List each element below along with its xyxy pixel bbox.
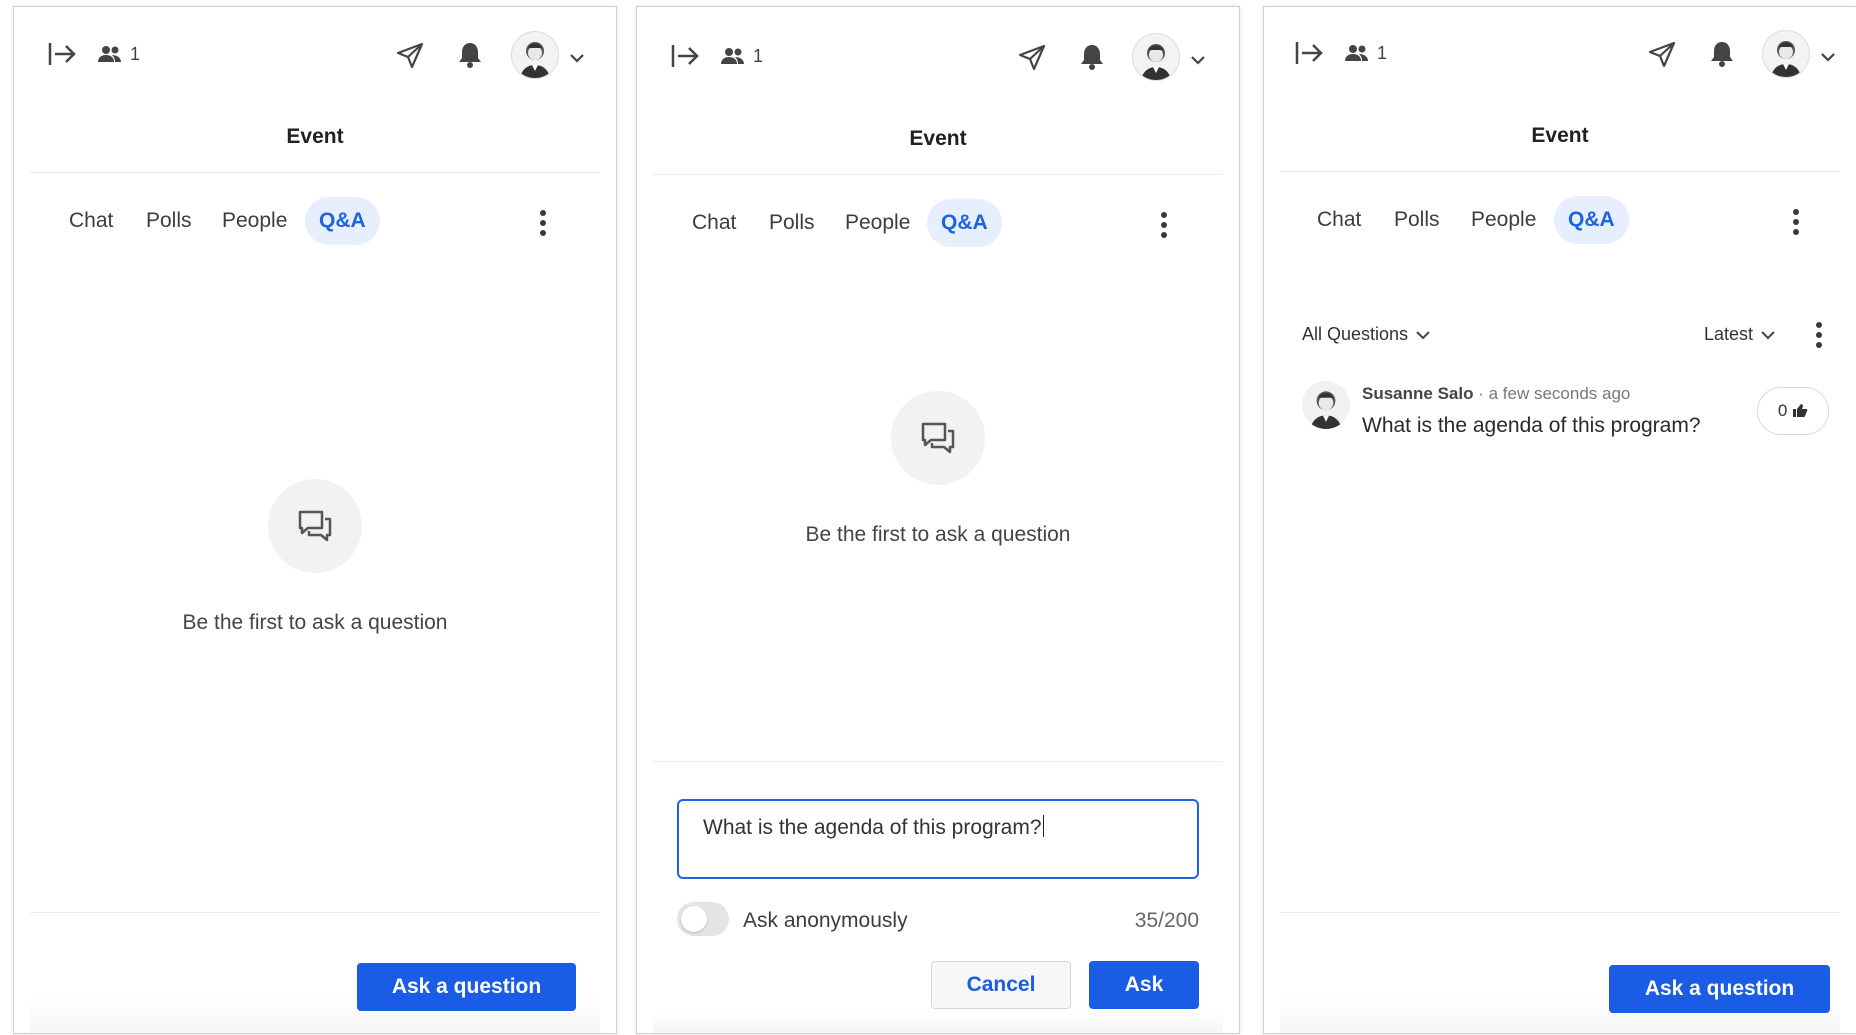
author-name: Susanne Salo bbox=[1362, 384, 1474, 403]
chevron-down-icon[interactable] bbox=[1190, 55, 1206, 65]
tab-polls[interactable]: Polls bbox=[1394, 196, 1440, 244]
divider bbox=[30, 172, 600, 173]
avatar[interactable] bbox=[1132, 33, 1180, 81]
top-bar: 1 bbox=[637, 7, 1239, 107]
tab-chat[interactable]: Chat bbox=[69, 197, 113, 245]
qa-panel-composing: 1 Event Chat Polls People Q&A Be the fir… bbox=[636, 6, 1240, 1034]
exit-panel-icon[interactable] bbox=[1294, 40, 1324, 66]
tab-qa[interactable]: Q&A bbox=[305, 197, 380, 245]
filter-label: All Questions bbox=[1302, 324, 1409, 344]
send-icon[interactable] bbox=[396, 42, 424, 70]
cancel-button[interactable]: Cancel bbox=[931, 961, 1071, 1009]
attendee-count: 1 bbox=[130, 44, 141, 64]
tab-chat[interactable]: Chat bbox=[1317, 196, 1361, 244]
chat-bubbles-icon bbox=[268, 479, 362, 573]
divider bbox=[1280, 171, 1840, 172]
tab-people[interactable]: People bbox=[845, 199, 910, 247]
chevron-down-icon bbox=[1416, 331, 1430, 340]
more-options-icon[interactable] bbox=[539, 210, 547, 238]
toggle-knob bbox=[681, 906, 707, 932]
chat-bubbles-icon bbox=[891, 391, 985, 485]
avatar[interactable] bbox=[511, 31, 559, 79]
text-caret bbox=[1042, 815, 1044, 837]
tab-polls[interactable]: Polls bbox=[146, 197, 192, 245]
attendee-count: 1 bbox=[753, 46, 764, 66]
composer-divider bbox=[653, 761, 1223, 762]
ask-question-button[interactable]: Ask a question bbox=[1609, 965, 1830, 1013]
tab-chat[interactable]: Chat bbox=[692, 199, 736, 247]
question-input-value: What is the agenda of this program? bbox=[703, 816, 1042, 839]
anonymous-toggle[interactable] bbox=[677, 902, 729, 936]
tab-people[interactable]: People bbox=[222, 197, 287, 245]
avatar[interactable] bbox=[1762, 30, 1810, 78]
exit-panel-icon[interactable] bbox=[47, 41, 77, 67]
send-icon[interactable] bbox=[1018, 44, 1046, 72]
page-title: Event bbox=[909, 127, 967, 150]
question-input[interactable]: What is the agenda of this program? bbox=[677, 799, 1199, 879]
more-options-icon[interactable] bbox=[1160, 212, 1168, 240]
ask-button[interactable]: Ask bbox=[1089, 961, 1199, 1009]
tab-qa[interactable]: Q&A bbox=[927, 199, 1002, 247]
top-bar: 1 bbox=[14, 7, 616, 107]
filter-dropdown[interactable]: All Questions bbox=[1302, 324, 1430, 345]
top-bar: 1 bbox=[1264, 7, 1856, 107]
page-title: Event bbox=[286, 125, 344, 148]
bell-icon[interactable] bbox=[1710, 40, 1734, 68]
tab-polls[interactable]: Polls bbox=[769, 199, 815, 247]
thumbs-up-icon bbox=[1793, 404, 1808, 417]
people-icon bbox=[721, 47, 745, 65]
tab-qa[interactable]: Q&A bbox=[1554, 196, 1629, 244]
attendee-count: 1 bbox=[1377, 43, 1388, 63]
qa-panel-with-question: 1 Event Chat Polls People Q&A All Questi… bbox=[1263, 6, 1856, 1034]
exit-panel-icon[interactable] bbox=[670, 43, 700, 69]
question-options-icon[interactable] bbox=[1815, 322, 1823, 350]
empty-state-text: Be the first to ask a question bbox=[805, 523, 1071, 546]
char-counter: 35/200 bbox=[1134, 909, 1199, 932]
ask-question-button[interactable]: Ask a question bbox=[357, 963, 576, 1011]
empty-state-text: Be the first to ask a question bbox=[182, 611, 448, 634]
divider bbox=[653, 174, 1223, 175]
sort-dropdown[interactable]: Latest bbox=[1704, 324, 1775, 345]
question-time: · a few seconds ago bbox=[1478, 384, 1631, 403]
avatar bbox=[1302, 381, 1350, 429]
tab-people[interactable]: People bbox=[1471, 196, 1536, 244]
question-author: Susanne Salo · a few seconds ago bbox=[1362, 384, 1630, 404]
chevron-down-icon bbox=[1761, 331, 1775, 340]
bell-icon[interactable] bbox=[1080, 43, 1104, 71]
vote-count: 0 bbox=[1777, 401, 1788, 420]
sort-label: Latest bbox=[1704, 324, 1754, 344]
send-icon[interactable] bbox=[1648, 41, 1676, 69]
anonymous-label: Ask anonymously bbox=[743, 909, 908, 932]
upvote-button[interactable]: 0 bbox=[1757, 387, 1829, 435]
people-icon bbox=[98, 45, 122, 63]
chevron-down-icon[interactable] bbox=[569, 53, 585, 63]
chevron-down-icon[interactable] bbox=[1820, 52, 1836, 62]
people-icon bbox=[1345, 44, 1369, 62]
qa-panel-empty: 1 Event Chat Polls People Q&A Be the fir… bbox=[13, 6, 617, 1034]
more-options-icon[interactable] bbox=[1792, 209, 1800, 237]
bell-icon[interactable] bbox=[458, 41, 482, 69]
question-text: What is the agenda of this program? bbox=[1362, 414, 1701, 437]
page-title: Event bbox=[1531, 124, 1589, 147]
